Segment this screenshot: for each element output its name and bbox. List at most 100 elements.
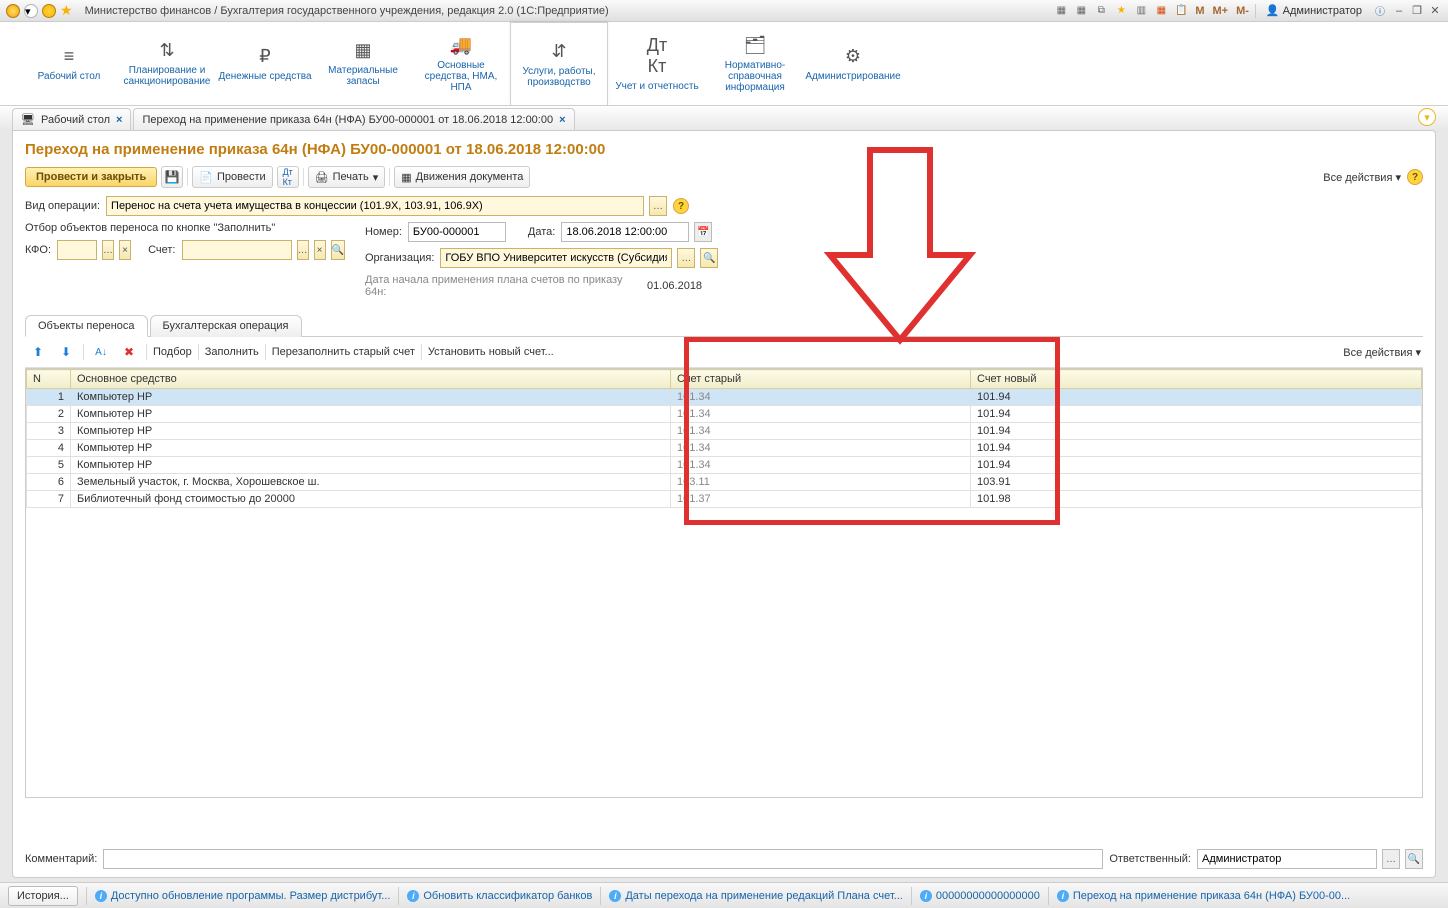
table-row[interactable]: 6Земельный участок, г. Москва, Хорошевск…	[27, 474, 1422, 491]
table-all-actions[interactable]: Все действия ▾	[1343, 347, 1421, 359]
tab-accounting[interactable]: Бухгалтерская операция	[150, 315, 302, 337]
org-input[interactable]	[440, 248, 672, 268]
dropdown-icon[interactable]: ▾	[24, 4, 38, 18]
col-n[interactable]: N	[27, 370, 71, 389]
table-row[interactable]: 5Компьютер HP101.34101.94	[27, 457, 1422, 474]
cell-n: 7	[27, 491, 71, 508]
section-desktop[interactable]: ≡Рабочий стол	[20, 22, 118, 105]
maximize-button[interactable]: ❐	[1410, 4, 1424, 18]
section-reference[interactable]: 🗂Нормативно-справочная информация	[706, 22, 804, 105]
dtkt-icon[interactable]: ДтКт	[277, 166, 299, 188]
clear-icon[interactable]: ×	[314, 240, 326, 260]
all-actions-button[interactable]: Все действия ▾	[1323, 171, 1401, 184]
account-input[interactable]	[182, 240, 292, 260]
post-and-close-button[interactable]: Провести и закрыть	[25, 167, 157, 187]
toolbar-calendar-icon[interactable]: 📋	[1173, 3, 1189, 19]
section-reports[interactable]: ДтКтУчет и отчетность	[608, 22, 706, 105]
calendar-icon[interactable]: 📅	[694, 222, 712, 242]
toolbar-calc-icon[interactable]: ▦	[1153, 3, 1169, 19]
sb-item[interactable]: Переход на применение приказа 64н (НФА) …	[1073, 890, 1350, 902]
tab-objects[interactable]: Объекты переноса	[25, 315, 148, 337]
select-icon[interactable]: …	[102, 240, 114, 260]
sb-item[interactable]: Даты перехода на применение редакций Пла…	[625, 890, 903, 902]
tab-close-icon[interactable]: ×	[116, 114, 122, 126]
close-button[interactable]: ✕	[1428, 4, 1442, 18]
sort-icon[interactable]: A↓	[90, 341, 112, 363]
movements-button[interactable]: ▦Движения документа	[394, 166, 530, 188]
arrow-up-icon[interactable]: ⬆	[27, 341, 49, 363]
date-input[interactable]	[561, 222, 689, 242]
select-icon[interactable]: …	[677, 248, 695, 268]
toolbar-icon-3[interactable]: ⧉	[1093, 3, 1109, 19]
nav-stop-icon[interactable]	[42, 4, 56, 18]
objects-table[interactable]: N Основное средство Счет старый Счет нов…	[25, 368, 1423, 798]
section-services[interactable]: ⇵Услуги, работы, производство	[510, 22, 608, 105]
memory-mminus-button[interactable]: M-	[1234, 5, 1251, 17]
history-button[interactable]: История...	[8, 886, 78, 906]
col-sn[interactable]: Счет новый	[971, 370, 1422, 389]
table-row[interactable]: 4Компьютер HP101.34101.94	[27, 440, 1422, 457]
clear-icon[interactable]: ×	[119, 240, 131, 260]
table-row[interactable]: 7Библиотечный фонд стоимостью до 2000010…	[27, 491, 1422, 508]
col-os[interactable]: Основное средство	[71, 370, 671, 389]
app-logo-icon[interactable]	[6, 4, 20, 18]
save-icon[interactable]: 💾	[161, 166, 183, 188]
post-button[interactable]: 📄Провести	[192, 166, 272, 188]
select-icon[interactable]: …	[649, 196, 667, 216]
select-icon[interactable]: …	[1382, 849, 1400, 869]
tab-label: Переход на применение приказа 64н (НФА) …	[142, 114, 553, 126]
select-icon[interactable]: …	[297, 240, 309, 260]
print-button[interactable]: 🖨Печать▾	[308, 166, 386, 188]
sb-item[interactable]: 00000000000000000	[936, 890, 1040, 902]
cell-so: 101.34	[671, 440, 971, 457]
col-so[interactable]: Счет старый	[671, 370, 971, 389]
expand-down-icon[interactable]: ▾	[1418, 108, 1436, 126]
search-icon[interactable]: 🔍	[1405, 849, 1423, 869]
sb-item[interactable]: Доступно обновление программы. Размер ди…	[111, 890, 391, 902]
refill-link[interactable]: Перезаполнить старый счет	[272, 346, 415, 358]
info-icon[interactable]: ⓘ	[1372, 3, 1388, 19]
memory-m-button[interactable]: M	[1193, 5, 1206, 17]
fill-link[interactable]: Заполнить	[205, 346, 259, 358]
table-row[interactable]: 1Компьютер HP101.34101.94	[27, 389, 1422, 406]
section-assets[interactable]: 🚚Основные средства, НМА, НПА	[412, 22, 510, 105]
cell-sn: 101.94	[971, 457, 1422, 474]
comment-input[interactable]	[103, 849, 1103, 869]
section-planning[interactable]: ⇅Планирование и санкционирование	[118, 22, 216, 105]
printer-icon: 🖨	[315, 171, 329, 184]
tab-desktop[interactable]: 🖥 Рабочий стол ×	[12, 108, 131, 130]
tab-document[interactable]: Переход на применение приказа 64н (НФА) …	[133, 108, 574, 130]
minimize-button[interactable]: –	[1392, 4, 1406, 18]
memory-mplus-button[interactable]: M+	[1211, 5, 1231, 17]
section-label: Администрирование	[805, 71, 900, 82]
sb-item[interactable]: Обновить классификатор банков	[423, 890, 592, 902]
number-input[interactable]	[408, 222, 506, 242]
cell-n: 6	[27, 474, 71, 491]
search-icon[interactable]: 🔍	[331, 240, 345, 260]
select-link[interactable]: Подбор	[153, 346, 192, 358]
kfo-input[interactable]	[57, 240, 97, 260]
toolbar-icon-1[interactable]: ▦	[1053, 3, 1069, 19]
tab-close-icon[interactable]: ×	[559, 114, 565, 126]
section-cash[interactable]: ₽Денежные средства	[216, 22, 314, 105]
operation-input[interactable]	[106, 196, 644, 216]
section-materials[interactable]: ▦Материальные запасы	[314, 22, 412, 105]
planning-icon: ⇅	[159, 40, 174, 61]
info-icon: i	[95, 890, 107, 902]
favorite-icon[interactable]: ★	[60, 2, 73, 19]
section-admin[interactable]: ⚙Администрирование	[804, 22, 902, 105]
arrow-down-icon[interactable]: ⬇	[55, 341, 77, 363]
table-row[interactable]: 2Компьютер HP101.34101.94	[27, 406, 1422, 423]
toolbar-icon-2[interactable]: ▦	[1073, 3, 1089, 19]
cell-os: Библиотечный фонд стоимостью до 20000	[71, 491, 671, 508]
responsible-input[interactable]	[1197, 849, 1377, 869]
setnew-link[interactable]: Установить новый счет...	[428, 346, 554, 358]
help-icon[interactable]: ?	[1407, 169, 1423, 185]
desktop-tab-icon: 🖥	[21, 113, 35, 126]
hint-icon[interactable]: ?	[673, 198, 689, 214]
delete-icon[interactable]: ✖	[118, 341, 140, 363]
table-row[interactable]: 3Компьютер HP101.34101.94	[27, 423, 1422, 440]
toolbar-icon-4[interactable]: ▥	[1133, 3, 1149, 19]
search-icon[interactable]: 🔍	[700, 248, 718, 268]
toolbar-star-icon[interactable]: ★	[1113, 3, 1129, 19]
